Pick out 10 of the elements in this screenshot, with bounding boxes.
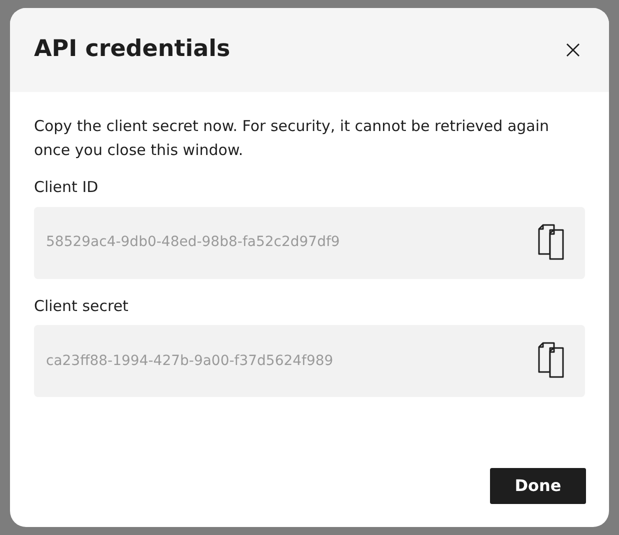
credential-field[interactable]: ca23ff88-1994-427b-9a00-f37d5624f989: [34, 325, 585, 397]
credential-field[interactable]: 58529ac4-9db0-48ed-98b8-fa52c2d97df9: [34, 206, 585, 278]
dialog-title: API credentials: [34, 36, 230, 64]
field-label: Client secret: [34, 296, 130, 316]
field-value: ca23ff88-1994-427b-9a00-f37d5624f989: [46, 352, 334, 370]
field-label: Client ID: [34, 177, 100, 198]
done-button[interactable]: Done: [490, 468, 586, 504]
close-icon: [565, 42, 581, 58]
field-value: 58529ac4-9db0-48ed-98b8-fa52c2d97df9: [46, 233, 340, 252]
message-text: Copy the client secret now. For security, it cannot be retrieved again once you close this window.: [34, 116, 550, 161]
